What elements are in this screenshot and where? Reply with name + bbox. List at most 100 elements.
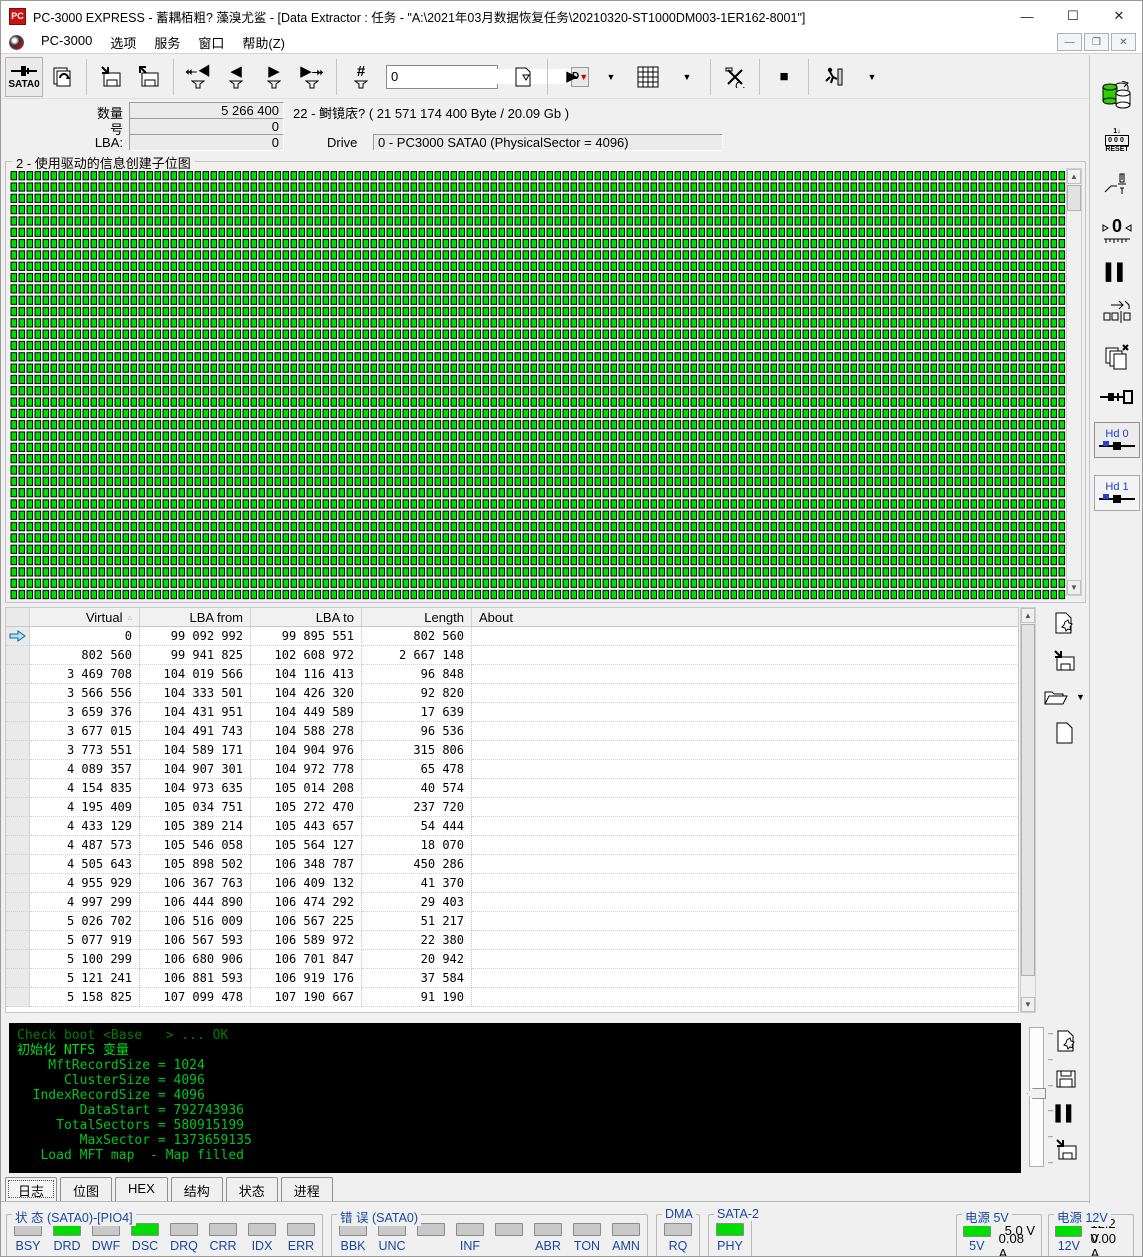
delete-pages-button[interactable] [1102, 342, 1132, 372]
cell-lba-to[interactable]: 105 564 127 [251, 836, 362, 855]
bitmap-scrollbar[interactable]: ▲ ▼ [1066, 168, 1082, 596]
cell-lba-to[interactable]: 99 895 551 [251, 627, 362, 646]
cell-about[interactable] [472, 665, 1018, 684]
row-marker-cell[interactable] [6, 684, 30, 703]
power-jack-button[interactable] [1102, 170, 1132, 200]
cell-lba-to[interactable]: 106 701 847 [251, 950, 362, 969]
reset-counter-button[interactable]: 1↓ 000 RESET [1105, 128, 1129, 153]
cell-length[interactable]: 91 190 [362, 988, 472, 1007]
table-scrollbar[interactable]: ▲ ▼ [1020, 607, 1036, 1013]
cell-about[interactable] [472, 969, 1018, 988]
menu-item-帮助(Z)[interactable]: 帮助(Z) [233, 31, 294, 54]
cell-length[interactable]: 315 806 [362, 741, 472, 760]
tab-结构[interactable]: 结构 [170, 1177, 223, 1201]
cell-about[interactable] [472, 684, 1018, 703]
table-row[interactable]: 3 469 708 104 019 566 104 116 413 96 848 [6, 665, 1018, 684]
cell-length[interactable]: 92 820 [362, 684, 472, 703]
cell-lba-to[interactable]: 104 972 778 [251, 760, 362, 779]
cell-lba-to[interactable]: 104 449 589 [251, 703, 362, 722]
cell-virtual[interactable]: 4 154 835 [30, 779, 140, 798]
row-marker-cell[interactable] [6, 779, 30, 798]
mdi-close-button[interactable]: ✕ [1111, 33, 1136, 51]
map-view-dropdown[interactable]: ▼ [667, 57, 705, 97]
chain-test-button[interactable] [1101, 299, 1133, 325]
row-marker-cell[interactable] [6, 760, 30, 779]
row-marker-cell[interactable] [6, 646, 30, 665]
cell-lba-to[interactable]: 104 588 278 [251, 722, 362, 741]
cell-about[interactable] [472, 646, 1018, 665]
cell-length[interactable]: 2 667 148 [362, 646, 472, 665]
cell-length[interactable]: 96 536 [362, 722, 472, 741]
cell-about[interactable] [472, 988, 1018, 1007]
cell-virtual[interactable]: 5 158 825 [30, 988, 140, 1007]
cell-lba-from[interactable]: 106 516 009 [140, 912, 251, 931]
hd0-button[interactable]: Hd 0 [1094, 422, 1140, 458]
row-marker-cell[interactable] [6, 893, 30, 912]
map-view-button[interactable] [629, 57, 667, 97]
cell-lba-from[interactable]: 104 973 635 [140, 779, 251, 798]
cell-length[interactable]: 29 403 [362, 893, 472, 912]
pause-button[interactable]: ▌▌ [1106, 264, 1129, 282]
menu-item-服务[interactable]: 服务 [145, 31, 189, 54]
cell-lba-to[interactable]: 104 904 976 [251, 741, 362, 760]
load-map-button[interactable] [92, 57, 130, 97]
cell-lba-from[interactable]: 104 431 951 [140, 703, 251, 722]
cell-virtual[interactable]: 3 566 556 [30, 684, 140, 703]
cell-about[interactable] [472, 950, 1018, 969]
cell-lba-from[interactable]: 106 444 890 [140, 893, 251, 912]
table-row[interactable]: 4 154 835 104 973 635 105 014 208 40 574 [6, 779, 1018, 798]
row-marker-cell[interactable] [6, 931, 30, 950]
tab-位图[interactable]: 位图 [60, 1177, 113, 1201]
row-marker-cell[interactable] [6, 855, 30, 874]
cell-lba-from[interactable]: 99 941 825 [140, 646, 251, 665]
table-row[interactable]: 3 566 556 104 333 501 104 426 320 92 820 [6, 684, 1018, 703]
cell-lba-from[interactable]: 106 367 763 [140, 874, 251, 893]
table-row[interactable]: 5 026 702 106 516 009 106 567 225 51 217 [6, 912, 1018, 931]
cell-length[interactable]: 96 848 [362, 665, 472, 684]
cell-virtual[interactable]: 5 121 241 [30, 969, 140, 988]
cell-about[interactable] [472, 741, 1018, 760]
cell-lba-from[interactable]: 105 546 058 [140, 836, 251, 855]
cell-lba-from[interactable]: 104 019 566 [140, 665, 251, 684]
cell-length[interactable]: 65 478 [362, 760, 472, 779]
cell-lba-to[interactable]: 106 567 225 [251, 912, 362, 931]
sata0-port-button[interactable]: SATA0 [5, 56, 43, 97]
cell-about[interactable] [472, 855, 1018, 874]
cell-lba-from[interactable]: 104 491 743 [140, 722, 251, 741]
table-row[interactable]: 3 677 015 104 491 743 104 588 278 96 536 [6, 722, 1018, 741]
nav-next-button[interactable]: ▶ [255, 57, 293, 97]
row-marker-cell[interactable] [6, 874, 30, 893]
cell-length[interactable]: 802 560 [362, 627, 472, 646]
row-marker-cell[interactable] [6, 665, 30, 684]
refresh-task-button[interactable] [43, 57, 81, 97]
save-log-icon[interactable] [1055, 1069, 1077, 1089]
exit-runner-dropdown[interactable]: ▼ [852, 57, 890, 97]
scroll-down-icon[interactable]: ▼ [1021, 997, 1035, 1012]
cell-about[interactable] [472, 798, 1018, 817]
cell-lba-to[interactable]: 104 426 320 [251, 684, 362, 703]
cell-about[interactable] [472, 931, 1018, 950]
table-row[interactable]: 3 773 551 104 589 171 104 904 976 315 806 [6, 741, 1018, 760]
cell-about[interactable] [472, 912, 1018, 931]
cell-length[interactable]: 22 380 [362, 931, 472, 950]
table-row[interactable]: 4 089 357 104 907 301 104 972 778 65 478 [6, 760, 1018, 779]
log-console[interactable]: Check boot <Base > ... OK 初始化 NTFS 变量 Mft… [9, 1023, 1021, 1173]
cell-length[interactable]: 450 286 [362, 855, 472, 874]
row-marker-cell[interactable] [6, 988, 30, 1007]
row-marker-cell[interactable] [6, 912, 30, 931]
cell-lba-from[interactable]: 104 589 171 [140, 741, 251, 760]
scroll-down-icon[interactable]: ▼ [1067, 580, 1081, 595]
open-list-icon[interactable] [1043, 687, 1069, 707]
cell-virtual[interactable]: 4 955 929 [30, 874, 140, 893]
save-log-as-icon[interactable] [1053, 1138, 1079, 1162]
cell-lba-from[interactable]: 106 567 593 [140, 931, 251, 950]
table-row[interactable]: 5 158 825 107 099 478 107 190 667 91 190 [6, 988, 1018, 1007]
table-row[interactable]: 4 487 573 105 546 058 105 564 127 18 070 [6, 836, 1018, 855]
cell-length[interactable]: 17 639 [362, 703, 472, 722]
nav-prev-button[interactable]: ◀ [217, 57, 255, 97]
hd1-button[interactable]: Hd 1 [1094, 475, 1140, 511]
goto-lba-input[interactable] [387, 69, 571, 84]
table-scroll-thumb[interactable] [1021, 624, 1035, 976]
stop-button[interactable]: ■ [765, 57, 803, 97]
cell-about[interactable] [472, 817, 1018, 836]
